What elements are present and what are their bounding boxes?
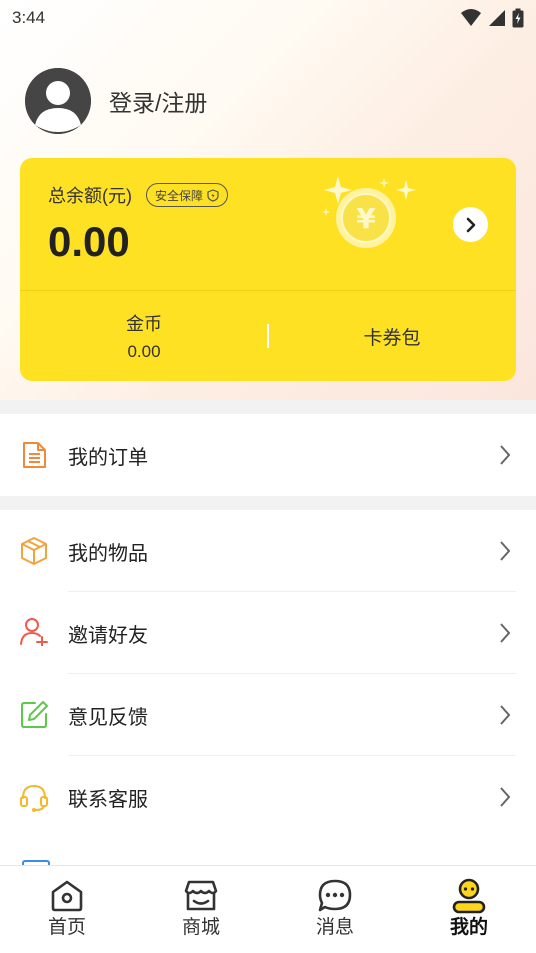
store-icon — [184, 880, 218, 911]
menu-label-invite: 邀请好友 — [68, 624, 148, 647]
menu-label-orders: 我的订单 — [68, 446, 148, 469]
order-document-icon — [23, 442, 46, 468]
message-icon — [318, 879, 352, 912]
safety-badge: 安全保障 — [146, 183, 229, 207]
home-icon — [51, 880, 83, 912]
coin-value: 0.00 — [127, 342, 161, 361]
signal-icon — [489, 10, 505, 26]
tab-label-store: 商城 — [181, 917, 220, 938]
status-bar: 3:44 — [0, 0, 536, 36]
shield-icon — [207, 188, 219, 202]
coupon-label: 卡券包 — [363, 327, 421, 349]
chevron-right-icon — [466, 217, 475, 232]
chevron-right-icon — [500, 705, 511, 725]
tab-label-profile: 我的 — [449, 917, 488, 938]
coin-section[interactable]: 金币 0.00 — [20, 291, 268, 381]
balance-label-row: 总余额(元) 安全保障 — [48, 182, 229, 208]
profile-row[interactable]: 登录/注册 — [25, 68, 207, 134]
avatar[interactable] — [25, 68, 91, 134]
battery-icon — [512, 8, 524, 28]
tab-store[interactable]: 商城 — [134, 866, 268, 953]
status-icons — [460, 8, 524, 28]
wallet-column-separator — [267, 324, 269, 348]
menu-item-invite[interactable]: 邀请好友 — [0, 592, 536, 674]
section-gap — [0, 400, 536, 414]
menu-item-customer-service[interactable]: 联系客服 — [0, 756, 536, 838]
chevron-right-icon — [500, 445, 511, 465]
wallet-detail-button[interactable] — [453, 207, 488, 242]
coin-decoration-icon: ¥ — [322, 176, 416, 248]
default-avatar-icon — [25, 68, 91, 134]
tab-label-messages: 消息 — [315, 917, 354, 938]
menu-item-feedback[interactable]: 意见反馈 — [0, 674, 536, 756]
chevron-right-icon — [500, 787, 511, 807]
wallet-card[interactable]: 总余额(元) 安全保障 0.00 ¥ 金币 0.00 卡券包 — [20, 158, 516, 381]
menu-item-orders[interactable]: 我的订单 — [0, 414, 536, 496]
headset-icon — [20, 784, 48, 812]
menu-item-my-items[interactable]: 我的物品 — [0, 510, 536, 592]
menu-label-customer-service: 联系客服 — [68, 788, 148, 811]
wallet-sub-section: 金币 0.00 卡券包 — [20, 291, 516, 381]
safety-badge-label: 安全保障 — [155, 188, 204, 203]
coupon-section[interactable]: 卡券包 — [268, 291, 516, 381]
tab-profile[interactable]: 我的 — [402, 866, 536, 953]
tab-messages[interactable]: 消息 — [268, 866, 402, 953]
wifi-icon — [461, 9, 481, 26]
login-register-link[interactable]: 登录/注册 — [109, 84, 207, 118]
balance-label: 总余额(元) — [48, 186, 132, 206]
edit-icon — [21, 701, 48, 728]
wallet-balance-section[interactable]: 总余额(元) 安全保障 0.00 ¥ — [20, 158, 516, 290]
bottom-tab-bar: 首页 商城 消息 我的 — [0, 865, 536, 953]
menu-label-my-items: 我的物品 — [68, 542, 148, 565]
svg-text:¥: ¥ — [356, 202, 376, 235]
menu-label-feedback: 意见反馈 — [68, 706, 148, 729]
balance-value: 0.00 — [48, 218, 130, 265]
box-icon — [21, 537, 47, 565]
tab-label-home: 首页 — [47, 917, 86, 938]
tab-home[interactable]: 首页 — [0, 866, 134, 953]
chevron-right-icon — [500, 541, 511, 561]
coin-label: 金币 — [126, 314, 162, 334]
section-gap — [0, 496, 536, 510]
profile-icon — [452, 878, 486, 914]
status-time: 3:44 — [12, 8, 46, 27]
chevron-right-icon — [500, 623, 511, 643]
add-user-icon — [20, 618, 48, 646]
